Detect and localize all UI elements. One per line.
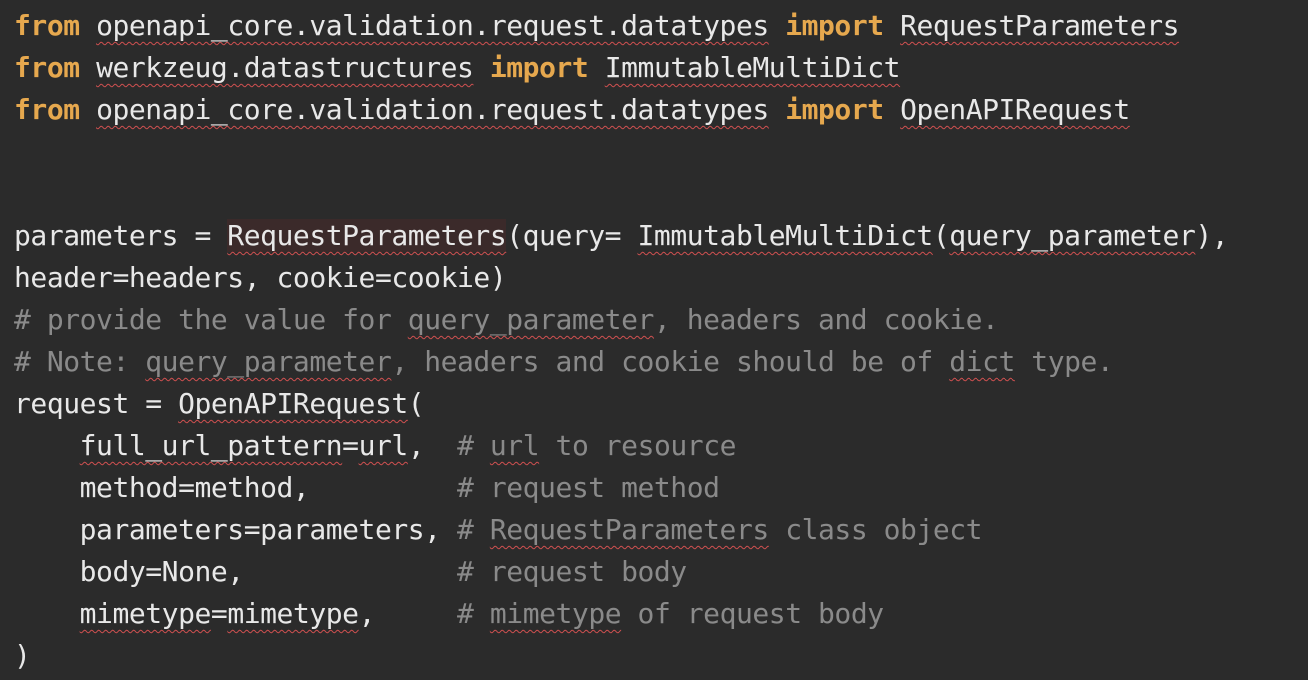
code-token: (query= — [506, 219, 638, 252]
code-line[interactable]: full_url_pattern=url, # url to resource — [14, 425, 1228, 467]
keyword-token: from — [14, 9, 80, 42]
code-token-spellcheck-underlined: ImmutableMultiDict — [637, 219, 934, 252]
code-line[interactable]: request = OpenAPIRequest( — [14, 383, 1228, 425]
code-token: body=None, — [14, 555, 458, 588]
comment-token: of request body — [621, 597, 885, 630]
code-token-spellcheck-underlined: query_parameter — [949, 219, 1196, 252]
code-token-spellcheck-underlined: RequestParameters — [227, 219, 507, 252]
comment-token: , headers and cookie. — [653, 303, 999, 336]
code-token-spellcheck-underlined: OpenAPIRequest — [900, 93, 1130, 126]
code-line[interactable]: body=None, # request body — [14, 551, 1228, 593]
code-token-spellcheck-underlined: ImmutableMultiDict — [604, 51, 901, 84]
comment-token-spellcheck-underlined: query_parameter — [407, 303, 655, 336]
code-line[interactable] — [14, 173, 1228, 215]
code-line[interactable]: from werkzeug.datastructures import Immu… — [14, 47, 1228, 89]
code-line[interactable]: method=method, # request method — [14, 467, 1228, 509]
keyword-token: from — [14, 93, 80, 126]
code-token: = — [210, 597, 228, 630]
comment-token-spellcheck-underlined: mimetype — [489, 597, 622, 630]
code-token-spellcheck-underlined: mimetype — [227, 597, 359, 630]
comment-token-spellcheck-underlined: url — [489, 429, 540, 462]
comment-token: # provide the value for — [14, 303, 408, 336]
code-editor[interactable]: from openapi_core.validation.request.dat… — [0, 0, 1308, 680]
code-token-spellcheck-underlined: full_url_pattern — [79, 429, 343, 462]
code-token: , — [407, 429, 458, 462]
code-token: ) — [14, 639, 31, 672]
code-line[interactable]: parameters = RequestParameters(query= Im… — [14, 215, 1229, 257]
code-token: header=headers, cookie=cookie) — [14, 261, 507, 294]
keyword-token: import — [785, 9, 884, 42]
code-token-spellcheck-underlined: openapi_core.validation.request.datatype… — [96, 93, 769, 126]
code-token: , — [358, 597, 458, 630]
comment-token-spellcheck-underlined: query_parameter — [145, 345, 392, 378]
keyword-token: import — [489, 51, 589, 84]
code-token: parameters = — [14, 219, 228, 252]
comment-token: class object — [768, 513, 983, 546]
code-token-spellcheck-underlined: OpenAPIRequest — [178, 387, 408, 420]
comment-token: # — [457, 513, 490, 546]
code-token-spellcheck-underlined: RequestParameters — [900, 9, 1180, 42]
code-token-spellcheck-underlined: werkzeug.datastructures — [96, 51, 474, 84]
comment-token: # — [457, 597, 490, 630]
code-token: request = — [14, 387, 179, 420]
code-token-spellcheck-underlined: url — [358, 429, 409, 462]
code-token: ( — [407, 387, 425, 420]
code-text-area[interactable]: from openapi_core.validation.request.dat… — [14, 5, 1229, 677]
code-line[interactable] — [14, 131, 1228, 173]
code-token: ( — [932, 219, 950, 252]
code-line[interactable]: from openapi_core.validation.request.dat… — [14, 89, 1228, 131]
code-line[interactable]: ) — [14, 635, 1228, 677]
comment-token-spellcheck-underlined: dict — [949, 345, 1015, 378]
comment-token: # — [457, 429, 490, 462]
code-token: parameters=parameters, — [14, 513, 458, 546]
comment-token: to resource — [539, 429, 737, 462]
comment-token: # Note: — [14, 345, 146, 378]
keyword-token: from — [14, 51, 80, 84]
code-line[interactable]: mimetype=mimetype, # mimetype of request… — [14, 593, 1228, 635]
code-line[interactable]: # Note: query_parameter, headers and coo… — [14, 341, 1228, 383]
code-token: method=method, — [14, 471, 458, 504]
code-token: = — [342, 429, 359, 462]
code-line[interactable]: from openapi_core.validation.request.dat… — [14, 5, 1228, 47]
code-line[interactable]: header=headers, cookie=cookie) — [14, 257, 1228, 299]
comment-token-spellcheck-underlined: RequestParameters — [489, 513, 769, 546]
code-token-spellcheck-underlined: mimetype — [79, 597, 212, 630]
comment-token: # request body — [457, 555, 687, 588]
code-line[interactable]: parameters=parameters, # RequestParamete… — [14, 509, 1228, 551]
code-line[interactable]: # provide the value for query_parameter,… — [14, 299, 1228, 341]
code-token-spellcheck-underlined: openapi_core.validation.request.datatype… — [96, 9, 769, 42]
comment-token: type. — [1014, 345, 1114, 378]
code-token: ), — [1195, 219, 1229, 252]
comment-token: # request method — [457, 471, 720, 504]
comment-token: , headers and cookie should be of — [391, 345, 950, 378]
keyword-token: import — [785, 93, 884, 126]
